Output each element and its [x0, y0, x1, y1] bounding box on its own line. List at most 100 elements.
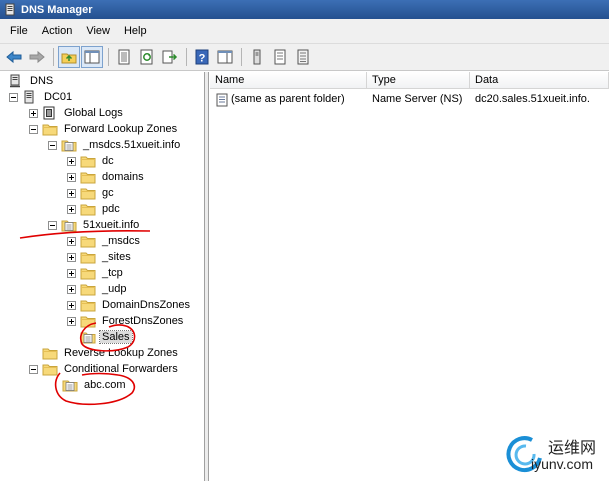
expand-toggle[interactable] — [67, 284, 76, 294]
show-console-tree-button[interactable] — [214, 46, 236, 68]
toolbar-separator — [186, 48, 187, 66]
show-hide-tree-button[interactable] — [81, 46, 103, 68]
watermark-url: iyunv.com — [531, 456, 593, 472]
tree-label: _msdcs.51xueit.info — [83, 139, 181, 151]
tree-item-gc[interactable]: gc — [67, 185, 116, 201]
tree-item-server[interactable]: DC01 — [9, 89, 74, 105]
expand-toggle[interactable] — [67, 316, 76, 326]
back-button[interactable] — [3, 46, 25, 68]
expand-toggle[interactable] — [67, 236, 76, 246]
dns-app-icon — [5, 3, 15, 15]
tree-item-domaindnszones[interactable]: DomainDnsZones — [67, 297, 192, 313]
refresh-icon — [140, 49, 153, 65]
tree-item-domains[interactable]: domains — [67, 169, 146, 185]
update-server-file-button[interactable] — [246, 46, 268, 68]
folder-icon — [80, 154, 96, 168]
tree-item-main-zone[interactable]: 51xueit.info — [48, 217, 141, 233]
tree-item-global-logs[interactable]: Global Logs — [29, 105, 125, 121]
svg-text:?: ? — [199, 53, 206, 65]
tree-label: _tcp — [102, 267, 123, 279]
export-list-icon — [162, 50, 178, 64]
collapse-toggle[interactable] — [48, 140, 57, 150]
tree-item-forward-lookup-zones[interactable]: Forward Lookup Zones — [29, 121, 179, 137]
collapse-toggle[interactable] — [29, 124, 38, 134]
tree-label: DC01 — [44, 91, 73, 103]
title-bar: DNS Manager — [0, 0, 609, 19]
tree-label: ForestDnsZones — [102, 315, 184, 327]
new-zone-button[interactable] — [292, 46, 314, 68]
tree-item-pdc[interactable]: pdc — [67, 201, 122, 217]
tree-item-sales[interactable]: Sales — [80, 329, 133, 345]
folder-icon — [80, 202, 96, 216]
expand-toggle[interactable] — [67, 268, 76, 278]
server-icon — [22, 90, 38, 104]
expand-toggle[interactable] — [67, 252, 76, 262]
toolbar-separator — [53, 48, 54, 66]
list-row[interactable]: (same as parent folder) Name Server (NS)… — [210, 91, 609, 108]
tree-item-msdcs[interactable]: _msdcs — [67, 233, 142, 249]
expand-toggle[interactable] — [67, 300, 76, 310]
update-server-file-icon — [253, 49, 261, 65]
expand-toggle[interactable] — [67, 188, 76, 198]
tree-item-forestdnszones[interactable]: ForestDnsZones — [67, 313, 185, 329]
tree-label: pdc — [102, 203, 120, 215]
collapse-toggle[interactable] — [48, 220, 57, 230]
column-header-type[interactable]: Type — [367, 72, 470, 89]
expand-toggle[interactable] — [67, 156, 76, 166]
tree-label: DomainDnsZones — [102, 299, 191, 311]
zone-icon — [62, 378, 78, 392]
details-list[interactable]: Name Type Data (same as parent folder) N… — [210, 72, 609, 481]
menu-help[interactable]: Help — [118, 22, 155, 40]
properties-icon — [118, 49, 130, 65]
tree-label: abc.com — [84, 379, 126, 391]
tree-item-conditional-forwarders[interactable]: Conditional Forwarders — [29, 361, 180, 377]
help-button[interactable]: ? — [191, 46, 213, 68]
dns-icon — [8, 74, 24, 88]
menu-view[interactable]: View — [80, 22, 118, 40]
tree-item-msdcs-zone[interactable]: _msdcs.51xueit.info — [48, 137, 182, 153]
collapse-toggle[interactable] — [29, 364, 38, 374]
toolbar: ? — [0, 44, 609, 71]
pane-splitter[interactable] — [205, 72, 209, 481]
tree-label: _msdcs — [102, 235, 140, 247]
folder-icon — [80, 314, 96, 328]
expand-toggle[interactable] — [67, 204, 76, 214]
column-header-name[interactable]: Name — [210, 72, 367, 89]
tree-label: Forward Lookup Zones — [64, 123, 178, 135]
up-folder-button[interactable] — [58, 46, 80, 68]
tree-label: _udp — [102, 283, 127, 295]
export-list-button[interactable] — [159, 46, 181, 68]
tree-item-sites[interactable]: _sites — [67, 249, 133, 265]
new-record-icon — [274, 49, 286, 65]
expand-toggle[interactable] — [67, 172, 76, 182]
menu-bar: File Action View Help — [0, 19, 609, 44]
forward-button[interactable] — [26, 46, 48, 68]
tree-item-reverse-lookup-zones[interactable]: Reverse Lookup Zones — [42, 345, 180, 361]
tree-label: DNS — [30, 75, 54, 87]
expand-toggle[interactable] — [29, 108, 38, 118]
console-tree[interactable]: DNS DC01 Global Logs Forward Lookup Zone… — [0, 72, 205, 481]
tree-item-dc[interactable]: dc — [67, 153, 116, 169]
menu-action[interactable]: Action — [36, 22, 81, 40]
folder-icon — [80, 266, 96, 280]
tree-label: domains — [102, 171, 144, 183]
forward-icon — [29, 50, 45, 64]
new-record-button[interactable] — [269, 46, 291, 68]
zone-icon — [80, 330, 96, 344]
tree-item-dns[interactable]: DNS — [8, 73, 55, 89]
folder-icon — [42, 362, 58, 376]
tree-label: Global Logs — [64, 107, 123, 119]
collapse-toggle[interactable] — [9, 92, 18, 102]
tree-item-abc-com[interactable]: abc.com — [62, 377, 128, 393]
column-header-data[interactable]: Data — [470, 72, 609, 89]
folder-icon — [42, 346, 58, 360]
refresh-button[interactable] — [136, 46, 158, 68]
tree-label: 51xueit.info — [83, 219, 140, 231]
tree-item-udp[interactable]: _udp — [67, 281, 128, 297]
tree-label: Sales — [99, 330, 133, 344]
menu-file[interactable]: File — [4, 22, 36, 40]
tree-item-tcp[interactable]: _tcp — [67, 265, 125, 281]
up-folder-icon — [61, 53, 77, 64]
tree-label: gc — [102, 187, 114, 199]
properties-button[interactable] — [113, 46, 135, 68]
